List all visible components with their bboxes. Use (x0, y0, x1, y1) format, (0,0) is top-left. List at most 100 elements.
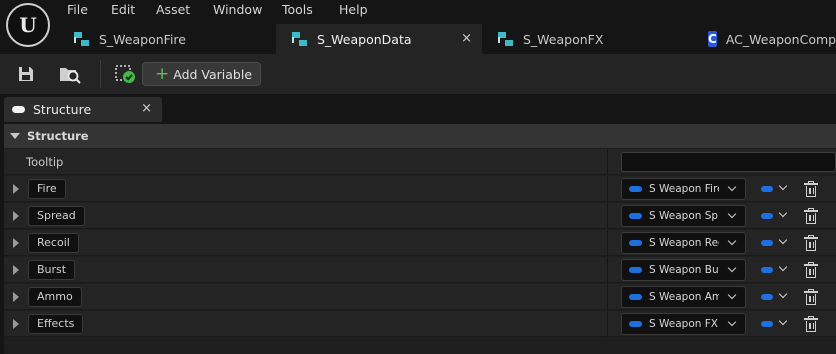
expand-arrow-icon[interactable] (13, 211, 19, 221)
container-type-icon[interactable] (761, 240, 773, 246)
menu-file[interactable]: File (67, 2, 88, 17)
chevron-down-icon (727, 263, 737, 273)
tab-label: S_WeaponData (317, 31, 412, 47)
column-divider[interactable] (607, 257, 608, 283)
delete-member-icon[interactable] (804, 235, 818, 251)
member-name-field[interactable]: Spread (28, 206, 85, 226)
chevron-down-icon[interactable] (778, 289, 788, 299)
member-row-burst: Burst S Weapon Burst (4, 257, 836, 283)
member-name-field[interactable]: Ammo (28, 287, 82, 307)
menu-edit[interactable]: Edit (111, 2, 135, 17)
tab-ac-weaponcomp[interactable]: C AC_WeaponComp (694, 24, 836, 54)
member-type-dropdown[interactable]: S Weapon Recoil (621, 232, 746, 254)
tooltip-input[interactable] (621, 152, 836, 172)
panel-tab-label: Structure (33, 102, 92, 117)
delete-member-icon[interactable] (804, 181, 818, 197)
toolbar-divider (100, 60, 101, 88)
column-divider[interactable] (607, 284, 608, 310)
expand-arrow-icon[interactable] (13, 265, 19, 275)
blueprint-icon: C (708, 31, 717, 47)
chevron-down-icon[interactable] (778, 181, 788, 191)
member-type-label: S Weapon Burst (649, 264, 719, 276)
tab-label: S_WeaponFX (523, 31, 604, 47)
browse-button[interactable] (55, 60, 85, 88)
delete-member-icon[interactable] (804, 289, 818, 305)
add-variable-button[interactable]: + Add Variable (142, 62, 261, 86)
chevron-down-icon[interactable] (778, 262, 788, 272)
column-divider[interactable] (607, 203, 608, 229)
expand-arrow-icon[interactable] (13, 319, 19, 329)
container-type-icon[interactable] (761, 186, 773, 192)
delete-member-icon[interactable] (804, 316, 818, 332)
plus-icon: + (155, 63, 170, 84)
chevron-down-icon (727, 209, 737, 219)
close-panel-icon[interactable]: × (141, 101, 152, 116)
save-button[interactable] (11, 60, 41, 88)
member-name-field[interactable]: Recoil (28, 233, 79, 253)
chevron-down-icon[interactable] (778, 316, 788, 326)
menu-tools[interactable]: Tools (282, 2, 313, 17)
member-type-label: S Weapon Spread (649, 210, 719, 222)
chevron-down-icon[interactable] (778, 235, 788, 245)
category-label: Structure (27, 129, 89, 143)
toolbar: + Add Variable (0, 54, 836, 94)
struct-icon (498, 32, 514, 46)
menu-help[interactable]: Help (339, 2, 368, 17)
member-type-dropdown[interactable]: S Weapon Fire (621, 178, 746, 200)
container-type-icon[interactable] (761, 267, 773, 273)
class-defaults-button[interactable] (110, 60, 140, 88)
chevron-down-icon (727, 290, 737, 300)
menu-asset[interactable]: Asset (156, 2, 190, 17)
column-divider[interactable] (607, 149, 608, 175)
struct-pin-icon (629, 294, 642, 300)
member-type-label: S Weapon Ammo (649, 291, 719, 303)
tab-s-weaponfx[interactable]: S_WeaponFX (482, 24, 694, 54)
member-type-dropdown[interactable]: S Weapon Ammo (621, 286, 746, 308)
structure-category-header[interactable]: Structure (4, 124, 836, 148)
tab-label: AC_WeaponComp (725, 31, 836, 47)
delete-member-icon[interactable] (804, 262, 818, 278)
member-name-field[interactable]: Effects (28, 314, 84, 334)
member-name-field[interactable]: Burst (28, 260, 76, 280)
container-type-icon[interactable] (761, 321, 773, 327)
add-variable-label: Add Variable (173, 66, 253, 82)
container-type-icon[interactable] (761, 213, 773, 219)
tab-s-weaponfire[interactable]: S_WeaponFire (58, 24, 276, 54)
member-type-label: S Weapon FX (649, 318, 718, 330)
container-type-icon[interactable] (761, 294, 773, 300)
save-icon (19, 67, 33, 81)
chevron-down-icon (727, 317, 737, 327)
column-divider[interactable] (607, 311, 608, 337)
member-type-dropdown[interactable]: S Weapon Spread (621, 205, 746, 227)
column-divider[interactable] (607, 230, 608, 256)
browse-to-asset-icon (60, 68, 81, 84)
struct-pin-icon (629, 321, 642, 327)
member-row-spread: Spread S Weapon Spread (4, 203, 836, 229)
tab-structure-panel[interactable]: Structure × (4, 97, 162, 122)
member-name-field[interactable]: Fire (28, 179, 66, 199)
struct-icon (292, 32, 308, 46)
unreal-logo-icon[interactable]: U (6, 3, 50, 47)
panel-tab-strip: Structure × (0, 94, 836, 124)
chevron-down-icon[interactable] (778, 208, 788, 218)
chevron-down-icon (727, 236, 737, 246)
panel-tab-icon (12, 106, 25, 113)
delete-member-icon[interactable] (804, 208, 818, 224)
tab-label: S_WeaponFire (99, 31, 186, 47)
expand-arrow-icon[interactable] (13, 292, 19, 302)
tooltip-label: Tooltip (26, 155, 64, 169)
expand-arrow-icon[interactable] (13, 184, 19, 194)
menu-bar: U File Edit Asset Window Tools Help (0, 0, 836, 47)
member-type-dropdown[interactable]: S Weapon FX (621, 313, 746, 335)
collapse-caret-icon[interactable] (10, 133, 20, 139)
tooltip-row: Tooltip (4, 149, 836, 175)
struct-pin-icon (629, 267, 642, 273)
close-tab-icon[interactable]: × (461, 31, 472, 46)
struct-pin-icon (629, 240, 642, 246)
column-divider[interactable] (607, 176, 608, 202)
expand-arrow-icon[interactable] (13, 238, 19, 248)
member-type-dropdown[interactable]: S Weapon Burst (621, 259, 746, 281)
member-row-effects: Effects S Weapon FX (4, 311, 836, 337)
tab-s-weapondata[interactable]: S_WeaponData × (276, 24, 482, 54)
menu-window[interactable]: Window (213, 2, 262, 17)
